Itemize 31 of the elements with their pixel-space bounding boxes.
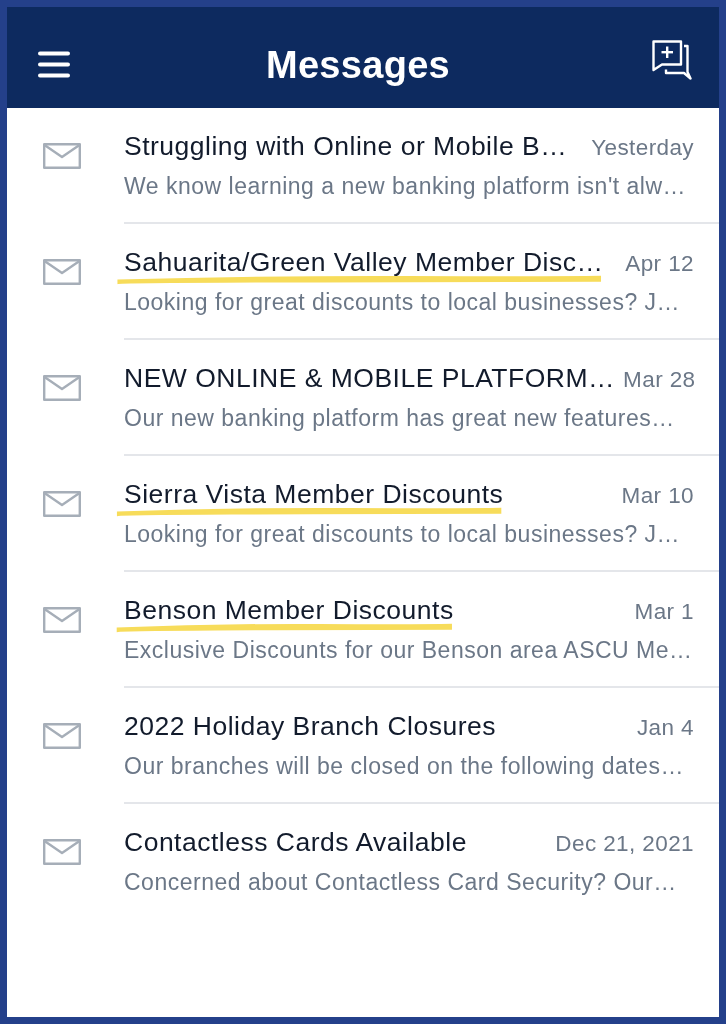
message-date: Mar 10: [621, 483, 694, 509]
envelope-icon: [43, 723, 81, 749]
envelope-icon: [43, 143, 81, 169]
message-date: Dec 21, 2021: [555, 831, 694, 857]
menu-icon[interactable]: [38, 51, 70, 78]
message-date: Yesterday: [591, 135, 694, 161]
envelope-icon: [43, 375, 81, 401]
envelope-icon: [43, 491, 81, 517]
message-date: Mar 1: [634, 599, 694, 625]
message-title: Contactless Cards Available: [124, 827, 467, 857]
message-title: Benson Member Discounts: [124, 595, 454, 625]
message-title: 2022 Holiday Branch Closures: [124, 711, 496, 741]
message-preview: Our branches will be closed on the following dates…: [124, 752, 685, 780]
message-preview: Concerned about Contactless Card Security? Our…: [124, 868, 678, 896]
message-date: Jan 4: [636, 715, 694, 741]
message-preview: Exclusive Discounts for our Benson area ASCU Me…: [124, 636, 694, 664]
message-title: Sahuarita/Green Valley Member Disc…: [124, 247, 604, 277]
envelope-icon: [43, 259, 81, 285]
header-title: Messages: [264, 42, 452, 88]
message-title: Sierra Vista Member Discounts: [124, 479, 504, 509]
message-date: Mar 28: [623, 367, 696, 393]
message-title: Struggling with Online or Mobile B…: [124, 131, 568, 161]
envelope-icon: [43, 839, 81, 865]
message-preview: Looking for great discounts to local businesses? J…: [124, 288, 682, 316]
message-preview: We know learning a new banking platform isn't alw…: [124, 172, 688, 200]
message-preview: Looking for great discounts to local businesses? J…: [124, 520, 682, 548]
message-title: NEW ONLINE & MOBILE PLATFORM…: [124, 363, 616, 393]
compose-message-icon[interactable]: [652, 39, 692, 80]
message-preview: Our new banking platform has great new features…: [124, 404, 676, 432]
envelope-icon: [43, 607, 81, 633]
message-date: Apr 12: [625, 251, 694, 277]
